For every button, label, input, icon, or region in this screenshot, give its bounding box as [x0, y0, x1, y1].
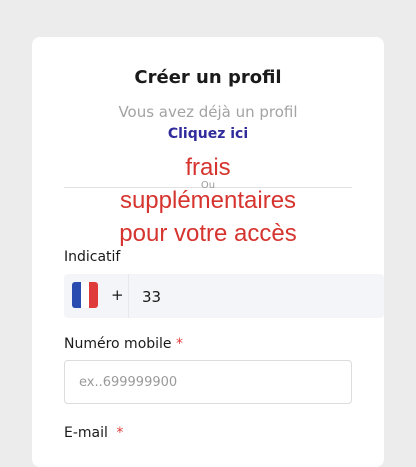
plus-sign: + [111, 286, 124, 304]
country-code-field: + [64, 274, 384, 318]
france-flag-icon[interactable] [72, 282, 98, 308]
existing-profile-text: Vous avez déjà un profil [118, 103, 298, 121]
mobile-label: Numéro mobile * [64, 336, 183, 352]
overlay-line: frais [185, 154, 231, 181]
country-code-input[interactable] [140, 284, 374, 310]
overlay-line: supplémentaires [119, 187, 297, 214]
signup-card: Créer un profil Vous avez déjà un profil… [32, 37, 384, 467]
mobile-input[interactable] [64, 360, 352, 404]
required-mark: * [116, 425, 124, 441]
field-separator [128, 274, 129, 318]
required-mark: * [176, 336, 183, 352]
page-title: Créer un profil [134, 67, 282, 88]
fee-warning-overlay: frais supplémentaires pour votre accès [32, 151, 384, 250]
overlay-line: pour votre accès [119, 220, 297, 247]
email-label: E-mail * [64, 425, 123, 441]
mobile-label-text: Numéro mobile [64, 336, 172, 352]
country-code-label: Indicatif [64, 249, 121, 265]
login-link[interactable]: Cliquez ici [32, 126, 384, 142]
email-label-text: E-mail [64, 425, 108, 441]
